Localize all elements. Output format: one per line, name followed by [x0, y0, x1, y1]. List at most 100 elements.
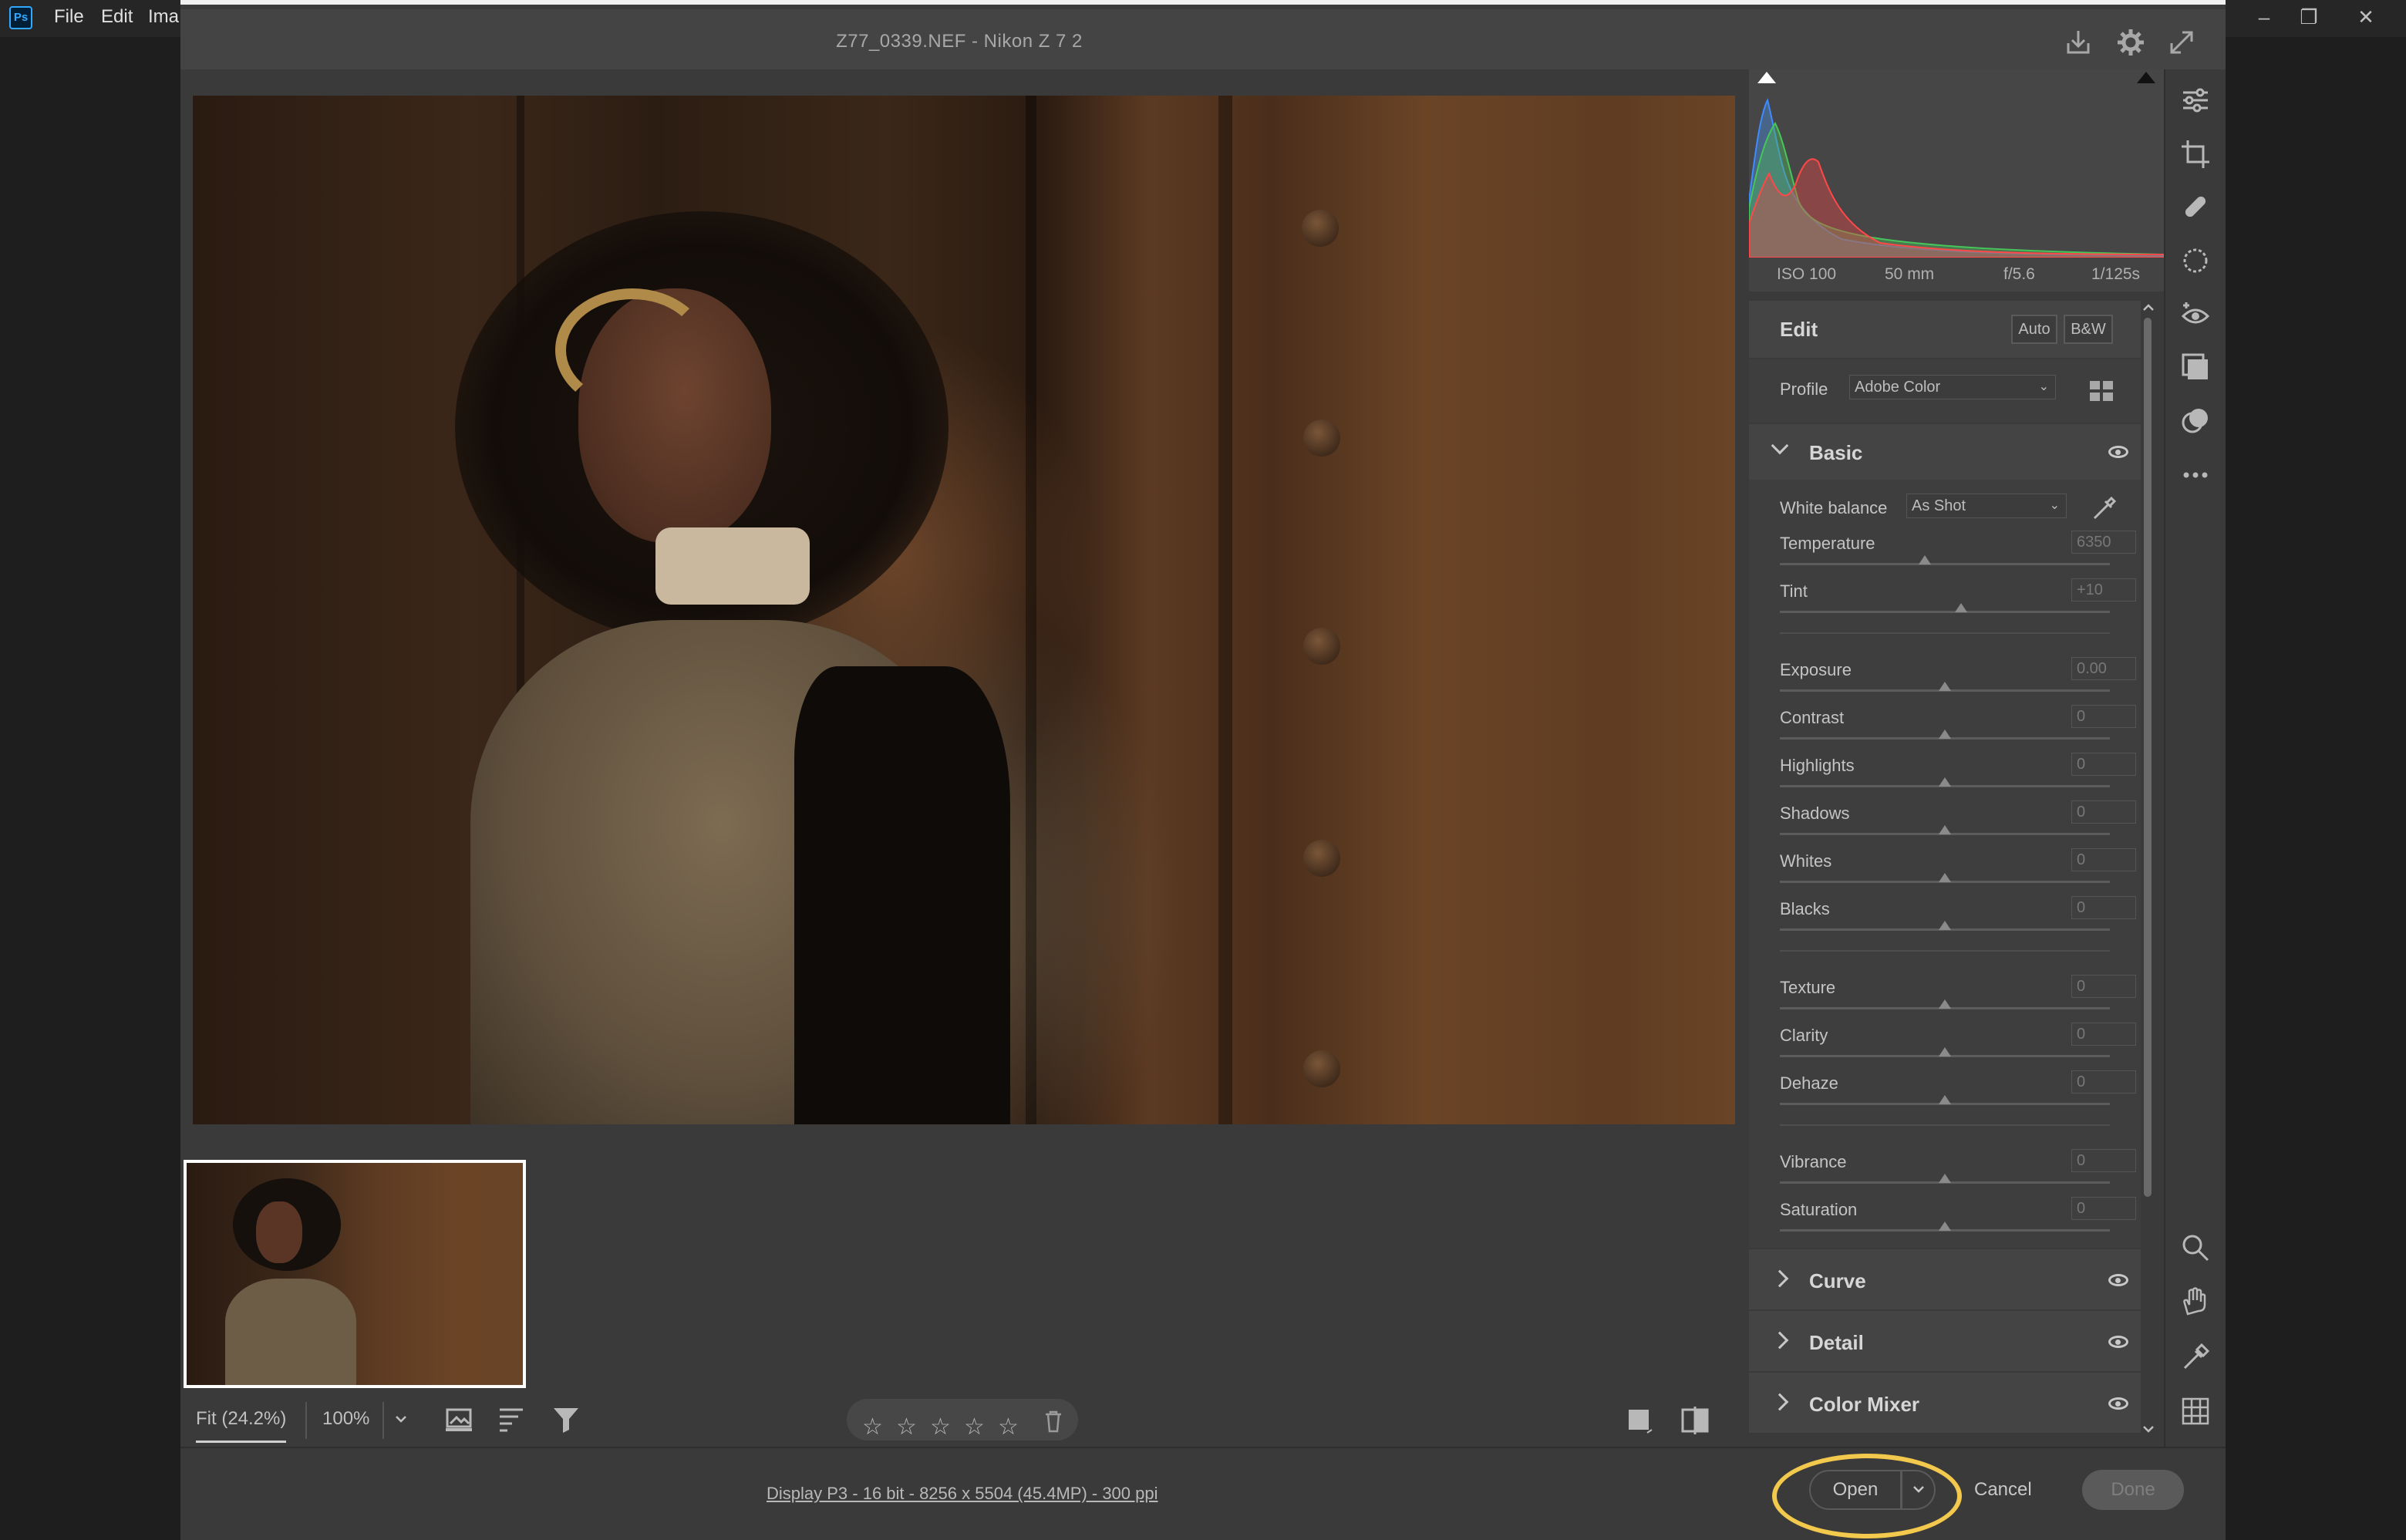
dehaze-value[interactable]: 0: [2071, 1070, 2136, 1094]
chevron-up-icon[interactable]: [2141, 301, 2156, 313]
eye-icon[interactable]: [2108, 446, 2128, 458]
filmstrip-view-icon[interactable]: [443, 1404, 477, 1434]
star-icon[interactable]: ☆: [896, 1416, 919, 1439]
auto-button[interactable]: Auto: [2011, 315, 2057, 344]
exif-iso: ISO 100: [1777, 265, 1837, 283]
more-icon[interactable]: [2180, 460, 2211, 490]
chevron-right-icon: [1771, 1331, 1789, 1350]
workflow-options-link[interactable]: Display P3 - 16 bit - 8256 x 5504 (45.4M…: [767, 1484, 1158, 1504]
exposure-label: Exposure: [1780, 660, 1852, 679]
clarity-value[interactable]: 0: [2071, 1023, 2136, 1046]
highlights-slider-thumb[interactable]: [1939, 777, 1951, 787]
clarity-slider-thumb[interactable]: [1939, 1047, 1951, 1056]
eye-icon[interactable]: [2108, 1336, 2128, 1348]
panel-scrollbar[interactable]: [2136, 301, 2159, 1447]
filter-icon[interactable]: [551, 1404, 581, 1434]
single-view-icon[interactable]: [1624, 1405, 1655, 1436]
exposure-value[interactable]: 0.00: [2071, 657, 2136, 680]
photo-preview[interactable]: [193, 96, 1735, 1124]
star-icon[interactable]: ☆: [862, 1416, 885, 1439]
menu-edit[interactable]: Edit: [101, 6, 133, 28]
dehaze-slider-thumb[interactable]: [1939, 1095, 1951, 1104]
snapshots-icon[interactable]: [2180, 352, 2211, 382]
detail-section[interactable]: Detail: [1749, 1311, 2141, 1371]
minimize-button[interactable]: –: [2243, 2, 2286, 32]
tint-slider-thumb[interactable]: [1955, 603, 1968, 612]
sort-icon[interactable]: [497, 1404, 527, 1434]
basic-header[interactable]: Basic: [1749, 424, 2141, 480]
contrast-slider-thumb[interactable]: [1939, 730, 1951, 739]
crop-icon[interactable]: [2180, 139, 2211, 170]
eye-icon[interactable]: [2108, 1397, 2128, 1410]
scrollbar-thumb[interactable]: [2144, 318, 2152, 1197]
highlights-value[interactable]: 0: [2071, 753, 2136, 776]
star-icon[interactable]: ☆: [930, 1416, 953, 1439]
temperature-slider[interactable]: [1780, 563, 2110, 565]
exposure-slider-thumb[interactable]: [1939, 682, 1951, 691]
exif-info: ISO 100 50 mm f/5.6 1/125s: [1749, 258, 2164, 291]
profile-select[interactable]: Adobe Color ⌄: [1849, 375, 2056, 399]
gear-icon[interactable]: [2115, 26, 2147, 59]
edit-scroll-area[interactable]: Edit Auto B&W Profile Adobe Color ⌄ Basi…: [1749, 301, 2141, 1447]
whites-slider-thumb[interactable]: [1939, 873, 1951, 882]
texture-value[interactable]: 0: [2071, 975, 2136, 998]
toolbar-divider: [382, 1402, 384, 1439]
temperature-value[interactable]: 6350: [2071, 531, 2136, 554]
texture-slider-thumb[interactable]: [1939, 999, 1951, 1009]
bw-button[interactable]: B&W: [2064, 315, 2113, 344]
restore-button[interactable]: ❐: [2287, 2, 2330, 32]
blacks-label: Blacks: [1780, 899, 1830, 918]
tool-rail: [2164, 69, 2226, 1447]
star-icon[interactable]: ☆: [998, 1416, 1021, 1439]
hand-icon[interactable]: [2180, 1286, 2211, 1317]
chevron-right-icon: [1771, 1393, 1789, 1411]
temperature-slider-thumb[interactable]: [1919, 555, 1932, 564]
shadows-slider-thumb[interactable]: [1939, 825, 1951, 834]
profile-browser-icon[interactable]: [2088, 379, 2115, 403]
done-button[interactable]: Done: [2082, 1470, 2184, 1510]
blacks-value[interactable]: 0: [2071, 896, 2136, 919]
white-balance-select[interactable]: As Shot ⌄: [1906, 494, 2067, 518]
eyedropper-icon[interactable]: [2088, 494, 2119, 524]
grid-icon[interactable]: [2180, 1396, 2211, 1427]
zoom-100-button[interactable]: 100%: [322, 1408, 369, 1430]
highlight-clipping-icon[interactable]: [2135, 69, 2158, 93]
zoom-icon[interactable]: [2180, 1232, 2211, 1263]
vibrance-value[interactable]: 0: [2071, 1149, 2136, 1172]
fit-zoom-button[interactable]: Fit (24.2%): [196, 1408, 287, 1443]
fullscreen-icon[interactable]: [2165, 26, 2198, 59]
curve-section[interactable]: Curve: [1749, 1249, 2141, 1309]
cancel-button[interactable]: Cancel: [1974, 1479, 2032, 1501]
contrast-value[interactable]: 0: [2071, 705, 2136, 728]
shadow-clipping-icon[interactable]: [1755, 69, 1778, 93]
door-seam: [1026, 96, 1036, 1124]
color-mixer-section[interactable]: Color Mixer: [1749, 1373, 2141, 1433]
vibrance-slider-thumb[interactable]: [1939, 1174, 1951, 1183]
star-icon[interactable]: ☆: [964, 1416, 987, 1439]
masking-icon[interactable]: [2180, 245, 2211, 276]
filmstrip-thumbnail[interactable]: [184, 1160, 526, 1388]
healing-icon[interactable]: [2180, 191, 2211, 222]
chevron-down-icon[interactable]: [2141, 1424, 2156, 1436]
red-eye-icon[interactable]: [2180, 299, 2211, 330]
eye-icon[interactable]: [2108, 1274, 2128, 1286]
shadows-value[interactable]: 0: [2071, 800, 2136, 824]
save-icon[interactable]: [2062, 26, 2094, 59]
before-after-icon[interactable]: [1680, 1405, 1710, 1436]
menu-image[interactable]: Ima: [148, 6, 179, 28]
edit-sliders-icon[interactable]: [2180, 85, 2211, 116]
tint-value[interactable]: +10: [2071, 578, 2136, 602]
curve-title: Curve: [1809, 1269, 1866, 1292]
chevron-down-icon[interactable]: [393, 1413, 409, 1425]
subject-headpiece: [555, 288, 709, 412]
saturation-slider-thumb[interactable]: [1939, 1222, 1951, 1231]
menu-file[interactable]: File: [54, 6, 84, 28]
whites-value[interactable]: 0: [2071, 848, 2136, 871]
saturation-value[interactable]: 0: [2071, 1197, 2136, 1220]
tint-slider[interactable]: [1780, 611, 2110, 613]
presets-icon[interactable]: [2180, 406, 2211, 436]
close-window-button[interactable]: ✕: [2344, 2, 2387, 32]
trash-icon[interactable]: [1043, 1410, 1064, 1433]
blacks-slider-thumb[interactable]: [1939, 921, 1951, 930]
sampler-icon[interactable]: [2180, 1342, 2211, 1373]
